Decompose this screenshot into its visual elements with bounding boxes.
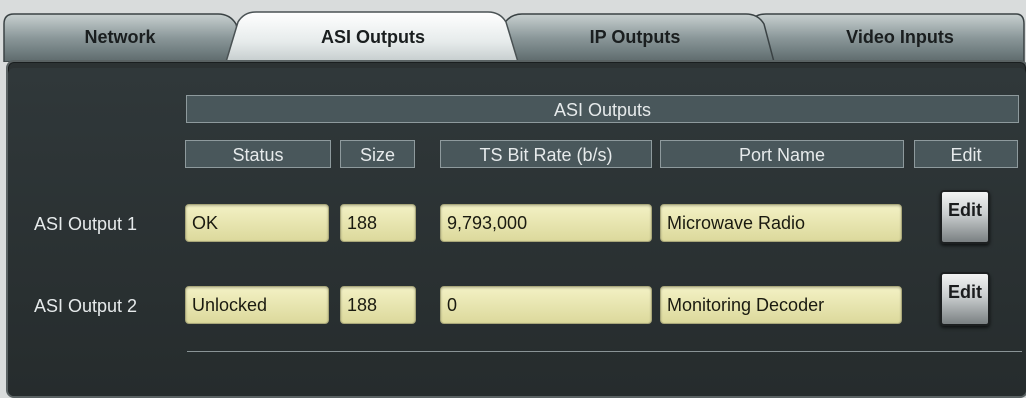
- row-label-asi-output-1: ASI Output 1: [34, 214, 138, 234]
- size-field-2: 188: [340, 286, 416, 324]
- status-field-1: OK: [185, 204, 329, 242]
- size-field-1: 188: [340, 204, 416, 242]
- column-header-bitrate: TS Bit Rate (b/s): [440, 140, 652, 168]
- tab-video-inputs[interactable]: Video Inputs: [800, 24, 1000, 50]
- tab-bar: Network ASI Outputs IP Outputs Video Inp…: [0, 0, 1026, 62]
- edit-button-1[interactable]: Edit: [940, 190, 990, 244]
- status-field-2: Unlocked: [185, 286, 329, 324]
- column-header-edit: Edit: [914, 140, 1018, 168]
- tab-asi-outputs[interactable]: ASI Outputs: [278, 24, 468, 50]
- column-header-size: Size: [340, 140, 415, 168]
- edit-button-2[interactable]: Edit: [940, 272, 990, 326]
- tab-network[interactable]: Network: [40, 24, 200, 50]
- column-header-status: Status: [185, 140, 331, 168]
- tab-ip-outputs[interactable]: IP Outputs: [550, 24, 720, 50]
- asi-outputs-panel: ASI Outputs Status Size TS Bit Rate (b/s…: [6, 60, 1026, 398]
- table-title: ASI Outputs: [186, 95, 1019, 123]
- panel-body: ASI Outputs Status Size TS Bit Rate (b/s…: [8, 68, 1026, 396]
- column-header-port-name: Port Name: [660, 140, 904, 168]
- table-divider: [187, 351, 1022, 352]
- bitrate-field-1: 9,793,000: [440, 204, 652, 242]
- port-name-field-2: Monitoring Decoder: [660, 286, 902, 324]
- bitrate-field-2: 0: [440, 286, 652, 324]
- port-name-field-1: Microwave Radio: [660, 204, 902, 242]
- row-label-asi-output-2: ASI Output 2: [34, 296, 138, 316]
